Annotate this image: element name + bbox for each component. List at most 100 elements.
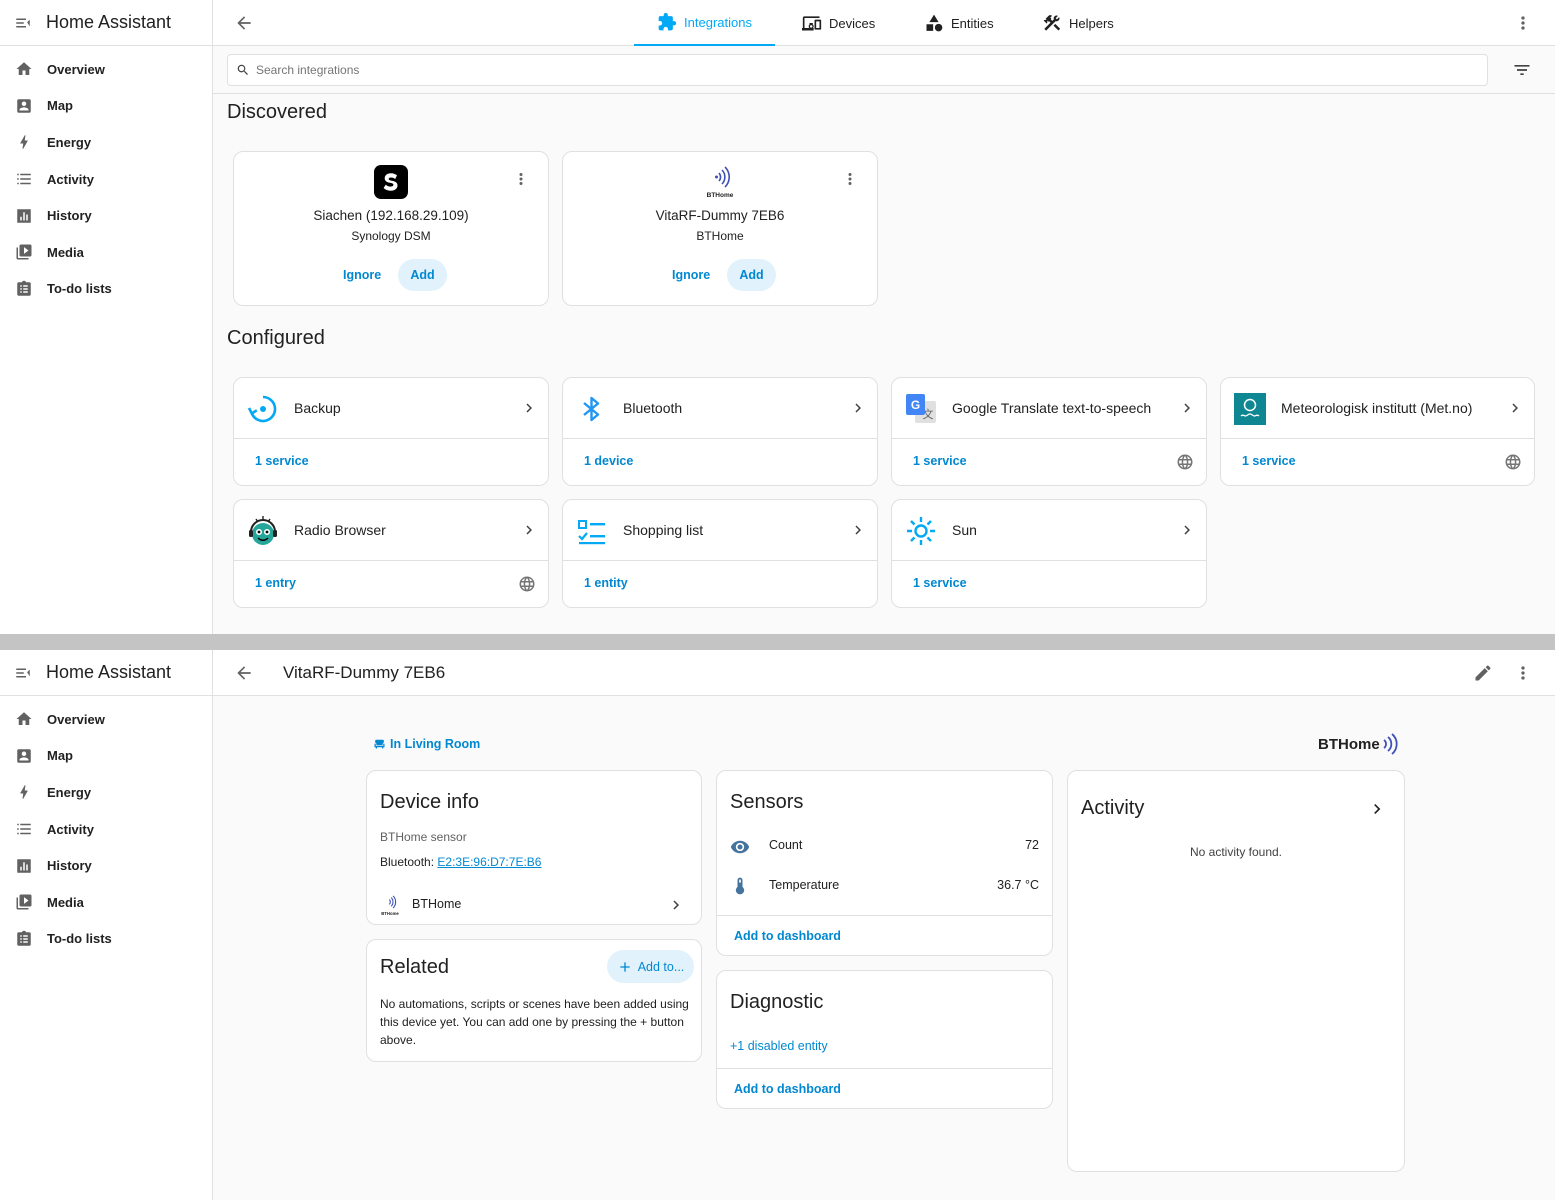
back-arrow-icon[interactable] <box>234 13 254 33</box>
integration-card-bluetooth[interactable]: Bluetooth 1 device <box>562 377 878 486</box>
connection-label: Bluetooth: <box>380 855 435 869</box>
activity-empty-text: No activity found. <box>1189 845 1283 859</box>
bthome-icon: BTHome <box>707 166 734 199</box>
sidebar-item-map[interactable]: Map <box>0 88 212 125</box>
more-vertical-icon[interactable] <box>1513 13 1533 33</box>
integration-card-sun[interactable]: Sun 1 service <box>891 499 1207 608</box>
integration-name: Sun <box>952 522 977 538</box>
ignore-button[interactable]: Ignore <box>331 259 393 291</box>
sidebar-item-label: Map <box>47 748 73 764</box>
sidebar-item-overview[interactable]: Overview <box>0 701 212 738</box>
tab-integrations[interactable]: Integrations <box>634 0 775 46</box>
bthome-icon: BTHome <box>381 895 399 916</box>
disabled-entities-link[interactable]: +1 disabled entity <box>730 1039 828 1053</box>
bluetooth-icon <box>583 396 600 422</box>
menu-collapse-icon[interactable] <box>14 14 32 32</box>
sidebar-item-label: Map <box>47 98 73 114</box>
sidebar-item-overview[interactable]: Overview <box>0 51 212 88</box>
integration-card-shopping-list[interactable]: Shopping list 1 entity <box>562 499 878 608</box>
sidebar-item-media[interactable]: Media <box>0 884 212 921</box>
sidebar-item-label: Activity <box>47 821 94 837</box>
sidebar-item-media[interactable]: Media <box>0 234 212 271</box>
area-link[interactable]: In Living Room <box>372 736 480 751</box>
add-button[interactable]: Add <box>398 259 447 291</box>
integration-link[interactable]: 1 device <box>584 454 633 468</box>
card-header: Backup <box>234 378 548 439</box>
sensor-name: Count <box>769 838 803 852</box>
divider <box>717 915 1052 916</box>
search-input[interactable] <box>256 63 1382 77</box>
integration-card-met-no[interactable]: Meteorologisk institutt (Met.no) 1 servi… <box>1220 377 1535 486</box>
related-title: Related <box>380 956 449 978</box>
tab-label: Entities <box>951 15 994 31</box>
connection-row: Bluetooth: E2:3E:96:D7:7E:B6 <box>380 855 541 869</box>
add-to-dashboard-button[interactable]: Add to dashboard <box>734 929 841 943</box>
tab-label: Helpers <box>1069 15 1114 31</box>
discovered-subtitle: Synology DSM <box>351 229 431 243</box>
search-bar[interactable] <box>227 54 1488 86</box>
bthome-logo-text: BTHome <box>381 911 399 916</box>
sidebar-item-todo[interactable]: To-do lists <box>0 921 212 958</box>
sidebar-item-label: Overview <box>47 711 105 727</box>
puzzle-icon <box>658 12 677 31</box>
related-card: Related Add to... No automations, script… <box>366 939 702 1062</box>
tab-entities[interactable]: Entities <box>924 0 994 46</box>
integration-link[interactable]: 1 service <box>255 454 309 468</box>
add-button[interactable]: Add <box>727 259 776 291</box>
bthome-waves-icon <box>1383 733 1398 755</box>
sidebar-item-history[interactable]: History <box>0 197 212 234</box>
menu-collapse-icon[interactable] <box>14 664 32 682</box>
ignore-button[interactable]: Ignore <box>660 259 722 291</box>
sidebar-item-map[interactable]: Map <box>0 738 212 775</box>
more-vertical-icon[interactable] <box>841 170 859 188</box>
integration-row[interactable]: BTHome BTHome <box>367 886 701 926</box>
chevron-right-icon[interactable] <box>1367 799 1387 819</box>
tab-devices[interactable]: Devices <box>802 0 875 46</box>
add-to-button[interactable]: Add to... <box>607 950 694 983</box>
integration-link[interactable]: 1 entry <box>255 576 296 590</box>
integration-card-google-translate[interactable]: 文 G Google Translate text-to-speech 1 se… <box>891 377 1207 486</box>
sensor-value: 72 <box>1025 838 1039 852</box>
integration-link[interactable]: 1 service <box>913 576 967 590</box>
sensor-row-temperature[interactable]: Temperature 36.7 °C <box>717 871 1052 901</box>
integration-link[interactable]: 1 service <box>913 454 967 468</box>
sidebar-item-activity[interactable]: Activity <box>0 811 212 848</box>
integration-link[interactable]: 1 service <box>1242 454 1296 468</box>
plus-icon <box>620 961 630 972</box>
sensors-card: Sensors Count 72 Temperature 36.7 °C Add… <box>716 770 1053 956</box>
integration-card-backup[interactable]: Backup 1 service <box>233 377 549 486</box>
more-vertical-icon[interactable] <box>512 170 530 188</box>
radio-browser-icon <box>249 516 277 545</box>
clipboard-icon <box>17 280 31 296</box>
discovered-name: VitaRF-Dummy 7EB6 <box>655 208 785 223</box>
sidebar-item-activity[interactable]: Activity <box>0 161 212 198</box>
tab-helpers[interactable]: Helpers <box>1042 0 1114 46</box>
filter-icon[interactable] <box>1512 60 1532 80</box>
cloud-globe-icon <box>519 576 535 592</box>
integration-name: Radio Browser <box>294 522 386 538</box>
card-header: Bluetooth <box>563 378 877 439</box>
app-title: Home Assistant <box>46 12 172 32</box>
sidebar: Home Assistant Overview Map Energy Activ… <box>0 650 213 1200</box>
discovered-card-synology: Siachen (192.168.29.109) Synology DSM Ig… <box>233 151 549 306</box>
sidebar-item-energy[interactable]: Energy <box>0 124 212 161</box>
sidebar-item-label: Media <box>47 244 84 260</box>
discovered-subtitle: BTHome <box>696 229 744 243</box>
shapes-icon <box>926 14 943 32</box>
add-to-dashboard-button[interactable]: Add to dashboard <box>734 1082 841 1096</box>
sidebar-item-todo[interactable]: To-do lists <box>0 271 212 308</box>
sensor-row-count[interactable]: Count 72 <box>717 831 1052 861</box>
sidebar-item-energy[interactable]: Energy <box>0 774 212 811</box>
sidebar-item-history[interactable]: History <box>0 847 212 884</box>
card-header: Shopping list <box>563 500 877 561</box>
mac-address-link[interactable]: E2:3E:96:D7:7E:B6 <box>437 855 541 869</box>
integration-card-radio-browser[interactable]: Radio Browser 1 entry <box>233 499 549 608</box>
sidebar-item-label: Energy <box>47 784 92 800</box>
integration-link[interactable]: 1 entity <box>584 576 628 590</box>
top-bar: VitaRF-Dummy 7EB6 <box>213 650 1555 696</box>
divider <box>213 93 1555 94</box>
pencil-icon[interactable] <box>1473 663 1493 683</box>
integrations-screen: Home Assistant Overview Map Energy Activ… <box>0 0 1555 634</box>
more-vertical-icon[interactable] <box>1513 663 1533 683</box>
back-arrow-icon[interactable] <box>234 663 254 683</box>
